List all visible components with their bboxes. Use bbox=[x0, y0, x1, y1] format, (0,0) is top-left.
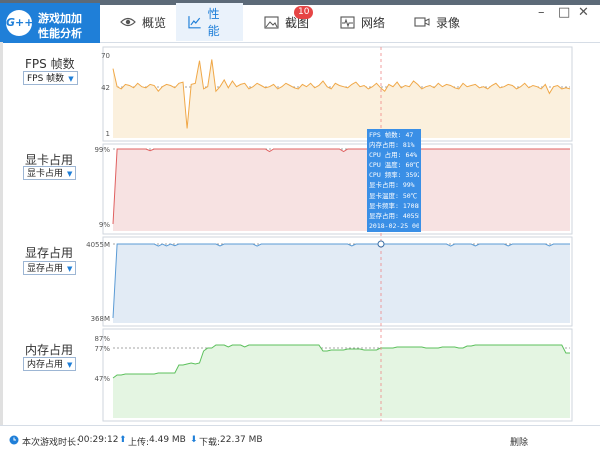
download-arrow-icon: ⬇ bbox=[190, 435, 198, 445]
mem-tick-label: 77% bbox=[94, 345, 110, 353]
tooltip-cpu-usage: CPU 占用: 64% bbox=[369, 151, 418, 160]
duration-label: 本次游戏时长： bbox=[22, 438, 86, 448]
vram-tick-label: 368M bbox=[91, 315, 110, 323]
gpu-tick-label: 99% bbox=[94, 146, 110, 154]
tooltip-gpu-freq: 显卡频率: 1708MHz bbox=[369, 201, 419, 210]
clock-icon bbox=[9, 435, 19, 445]
download-label: 下载: bbox=[199, 438, 221, 448]
gpu-tick-label: 9% bbox=[99, 221, 110, 229]
fps-tick-label: 42 bbox=[101, 84, 110, 92]
tooltip-vram: 显存占用: 4055M bbox=[369, 211, 419, 220]
download-value: 22.37 MB bbox=[220, 435, 263, 445]
gpu-series-area bbox=[113, 149, 570, 231]
upload-label: 上传: bbox=[128, 438, 150, 448]
tooltip-gpu-temp: 显卡温度: 50℃ bbox=[369, 191, 418, 200]
upload-arrow-icon: ⬆ bbox=[119, 435, 127, 445]
upload-value: 4.49 MB bbox=[149, 435, 186, 445]
status-bar: 本次游戏时长： 00:29:12 ⬆ 上传: 4.49 MB ⬇ 下载: 22.… bbox=[0, 425, 600, 453]
performance-charts: 70 42 1 99% 9% 4055M 368M 87% 77% 47% bbox=[86, 46, 573, 422]
tooltip-cpu-freq: CPU 频率: 3592MHz bbox=[369, 171, 419, 180]
delete-button[interactable]: 删除 bbox=[510, 435, 528, 448]
tooltip-mem: 内存占用: 81% bbox=[369, 141, 415, 150]
mem-tick-label: 47% bbox=[94, 375, 110, 383]
mem-tick-label: 87% bbox=[94, 335, 110, 343]
hover-point-marker bbox=[377, 240, 385, 248]
tooltip-cpu-temp: CPU 温度: 60℃ bbox=[369, 161, 419, 170]
data-tooltip: FPS 帧数: 47 内存占用: 81% CPU 占用: 64% CPU 温度:… bbox=[367, 129, 421, 232]
tooltip-timestamp: 2018-02-25 00:17:54 bbox=[369, 221, 419, 230]
vram-series-area bbox=[113, 244, 570, 323]
tooltip-fps: FPS 帧数: 47 bbox=[369, 131, 414, 139]
vram-tick-label: 4055M bbox=[86, 241, 110, 249]
duration-value: 00:29:12 bbox=[78, 435, 119, 445]
tooltip-gpu-usage: 显卡占用: 99% bbox=[369, 181, 415, 190]
fps-tick-label: 1 bbox=[106, 130, 110, 138]
fps-tick-label: 70 bbox=[101, 52, 110, 60]
